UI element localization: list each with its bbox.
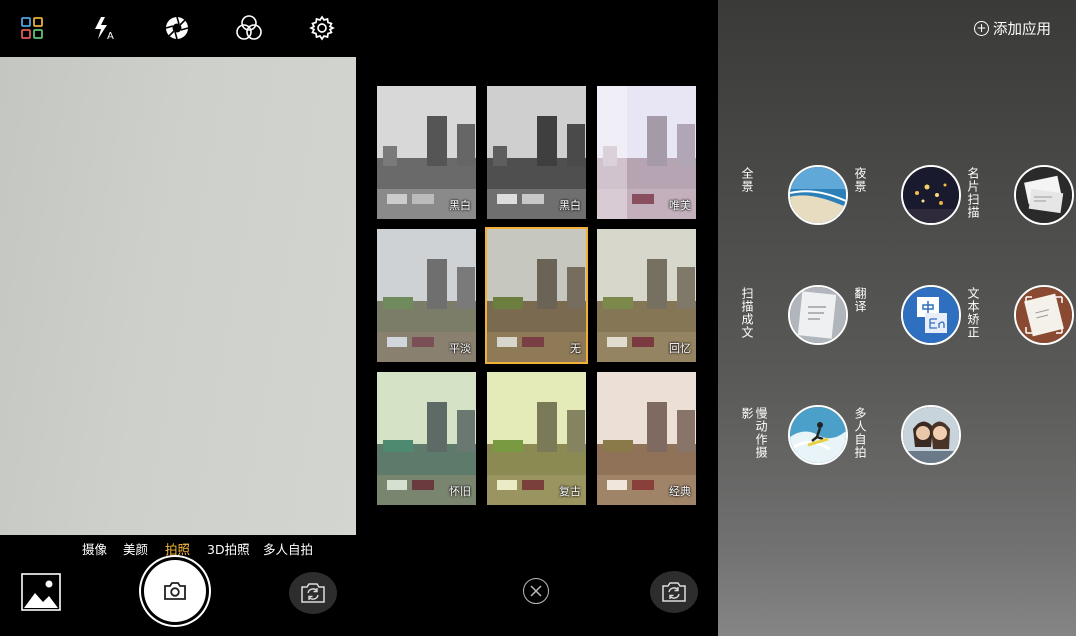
filter-item-flat[interactable]: 平淡: [377, 229, 476, 362]
mode-group-selfie[interactable]: 多人自拍: [263, 539, 313, 558]
app-label: 夜景: [853, 167, 867, 193]
app-night-scene[interactable]: 夜景: [851, 165, 961, 229]
flash-auto-icon[interactable]: A: [89, 13, 119, 43]
app-label: 扫描成文: [740, 287, 754, 339]
filter-label: 平淡: [449, 342, 471, 355]
app-label: 慢动作摄影: [740, 407, 768, 459]
switch-camera-icon: [301, 583, 325, 603]
filter-grid: 黑白 黑白 唯美 平淡 无 回忆 怀旧 复古 经典: [377, 86, 697, 506]
app-label: 翻译: [853, 287, 867, 313]
app-label: 全景: [740, 167, 754, 193]
app-group-selfie[interactable]: 多人自拍: [851, 405, 961, 469]
filter-label: 黑白: [559, 199, 581, 212]
business-card-icon: [1014, 165, 1074, 225]
mode-photo[interactable]: 拍照: [165, 539, 190, 558]
text-correction-icon: [1014, 285, 1074, 345]
switch-camera-button[interactable]: [650, 571, 698, 613]
filter-panel: 黑白 黑白 唯美 平淡 无 回忆 怀旧 复古 经典: [358, 0, 716, 636]
camera-viewfinder[interactable]: [0, 57, 356, 535]
apps-panel: + 添加应用 全景 夜景 名片扫描 扫描成文 翻译 文本矫正 慢动作摄影 多人自…: [718, 0, 1076, 636]
filter-label: 经典: [669, 485, 691, 498]
scan-document-icon: [788, 285, 848, 345]
app-text-correction[interactable]: 文本矫正: [964, 285, 1074, 349]
filter-label: 怀旧: [449, 485, 471, 498]
mode-video[interactable]: 摄像: [82, 539, 107, 558]
filter-label: 无: [570, 342, 581, 355]
switch-camera-button[interactable]: [289, 572, 337, 614]
mode-beauty[interactable]: 美颜: [123, 539, 148, 558]
settings-gear-icon[interactable]: [307, 13, 337, 43]
app-scan-document[interactable]: 扫描成文: [738, 285, 848, 349]
filter-item-classic[interactable]: 经典: [597, 372, 696, 505]
switch-camera-icon: [662, 582, 686, 602]
plus-circle-icon: +: [974, 20, 989, 36]
filter-label: 回忆: [669, 342, 691, 355]
filter-item-dreamy[interactable]: 唯美: [597, 86, 696, 219]
add-app-button[interactable]: + 添加应用: [974, 17, 1051, 39]
group-selfie-icon: [901, 405, 961, 465]
camera-panel: A 摄像 美颜 拍照 3D拍照 多人自拍: [0, 0, 356, 636]
shutter-button[interactable]: [144, 560, 206, 622]
grid-icon[interactable]: [17, 13, 47, 43]
filter-item-memory[interactable]: 回忆: [597, 229, 696, 362]
add-app-label: 添加应用: [993, 21, 1051, 38]
app-panorama[interactable]: 全景: [738, 165, 848, 229]
filter-label: 唯美: [669, 199, 691, 212]
filter-item-bw[interactable]: 黑白: [377, 86, 476, 219]
aperture-icon[interactable]: [162, 13, 192, 43]
svg-text:A: A: [107, 31, 114, 41]
mode-selector: 摄像 美颜 拍照 3D拍照 多人自拍: [0, 539, 356, 559]
filter-item-retro[interactable]: 复古: [487, 372, 586, 505]
filter-label: 黑白: [449, 199, 471, 212]
camera-top-toolbar: A: [0, 0, 356, 57]
filter-item-vintage[interactable]: 怀旧: [377, 372, 476, 505]
app-translate[interactable]: 翻译: [851, 285, 961, 349]
camera-bottom-bar: 摄像 美颜 拍照 3D拍照 多人自拍: [0, 535, 356, 636]
close-filters-button[interactable]: [523, 578, 549, 604]
camera-icon: [164, 582, 186, 600]
filter-label: 复古: [559, 485, 581, 498]
filter-item-bw2[interactable]: 黑白: [487, 86, 586, 219]
filter-circles-icon[interactable]: [234, 13, 264, 43]
night-scene-icon: [901, 165, 961, 225]
panorama-beach-icon: [788, 165, 848, 225]
gallery-icon[interactable]: [21, 573, 61, 611]
close-icon: [530, 585, 542, 597]
app-slow-motion[interactable]: 慢动作摄影: [738, 405, 848, 469]
app-label: 名片扫描: [966, 167, 980, 219]
translate-icon: [901, 285, 961, 345]
app-label: 文本矫正: [966, 287, 980, 339]
app-label: 多人自拍: [853, 407, 867, 459]
app-business-card-scan[interactable]: 名片扫描: [964, 165, 1074, 229]
mode-3d-photo[interactable]: 3D拍照: [207, 539, 250, 558]
slow-motion-surfer-icon: [788, 405, 848, 465]
filter-item-none[interactable]: 无: [485, 227, 588, 364]
